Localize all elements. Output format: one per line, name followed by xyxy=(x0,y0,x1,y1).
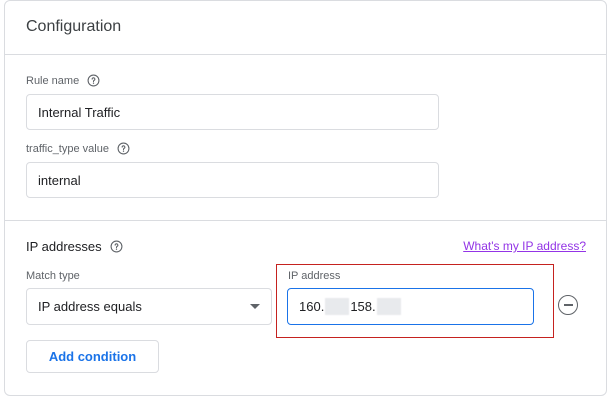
help-circle-icon[interactable] xyxy=(110,240,123,253)
ip-addresses-title: IP addresses xyxy=(26,239,123,254)
rule-name-label: Rule name xyxy=(26,74,100,87)
help-circle-icon[interactable] xyxy=(87,74,100,87)
redacted-segment xyxy=(376,298,401,315)
help-circle-icon[interactable] xyxy=(117,142,130,155)
ip-address-input[interactable]: 160. 158. xyxy=(287,288,534,325)
traffic-type-label: traffic_type value xyxy=(26,142,130,155)
whats-my-ip-link[interactable]: What's my IP address? xyxy=(463,239,586,253)
redacted-segment xyxy=(325,298,350,315)
rule-name-input[interactable]: Internal Traffic xyxy=(26,94,439,130)
match-type-select[interactable]: IP address equals xyxy=(26,288,272,325)
traffic-type-label-text: traffic_type value xyxy=(26,142,109,155)
ip-part-1: 160. xyxy=(299,299,325,314)
configuration-card: Configuration Rule name Internal Traffic… xyxy=(4,0,607,396)
ip-part-2: 158. xyxy=(350,299,376,314)
add-condition-button[interactable]: Add condition xyxy=(26,340,159,373)
ip-address-label: IP address xyxy=(288,270,341,282)
card-header: Configuration xyxy=(5,1,606,55)
match-type-value: IP address equals xyxy=(38,299,142,314)
card-title: Configuration xyxy=(26,18,122,35)
remove-bar xyxy=(563,304,573,306)
match-type-label: Match type xyxy=(26,270,80,282)
remove-circle-icon[interactable] xyxy=(558,295,578,315)
traffic-type-input[interactable]: internal xyxy=(26,162,439,198)
dropdown-caret-icon xyxy=(250,304,260,309)
ip-addresses-title-text: IP addresses xyxy=(26,239,102,254)
rule-name-label-text: Rule name xyxy=(26,74,80,87)
section-divider xyxy=(5,220,606,221)
